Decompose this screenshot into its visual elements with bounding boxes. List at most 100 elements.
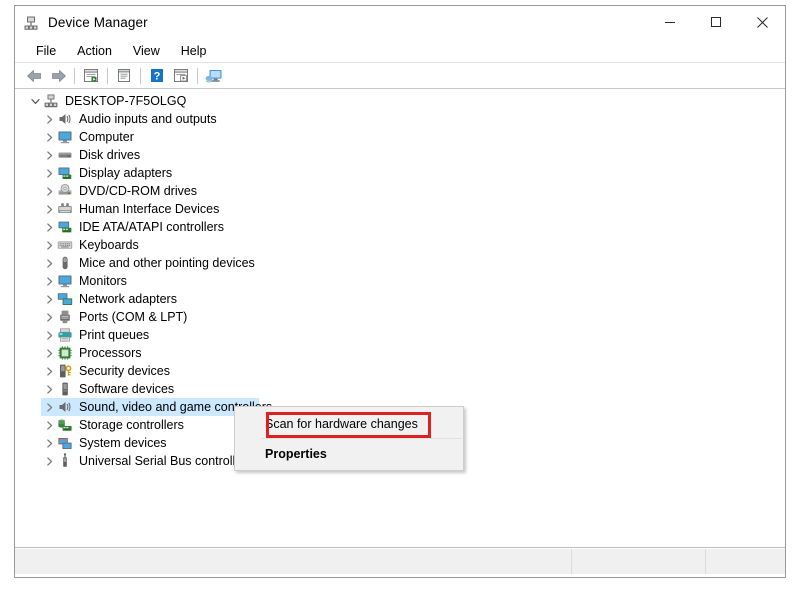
context-menu-item-properties[interactable]: Properties [235, 439, 463, 468]
tree-item-human-interface-devices[interactable]: Human Interface Devices [15, 200, 785, 218]
system-device-icon [57, 435, 73, 451]
properties-icon[interactable] [112, 65, 136, 87]
chevron-right-icon[interactable] [41, 362, 57, 380]
tree-item-mice-and-other-pointing-devices[interactable]: Mice and other pointing devices [15, 254, 785, 272]
device-manager-window: Device Manager File Action [14, 5, 786, 578]
menu-bar: File Action View Help [15, 39, 785, 63]
chevron-right-icon[interactable] [41, 146, 57, 164]
chevron-right-icon[interactable] [41, 416, 57, 434]
maximize-button[interactable] [693, 6, 739, 38]
security-device-icon [57, 363, 73, 379]
chevron-right-icon[interactable] [41, 308, 57, 326]
tree-item-label: Keyboards [79, 236, 139, 254]
svg-text:?: ? [154, 70, 161, 82]
tree-item-dvd-cd-rom-drives[interactable]: DVD/CD-ROM drives [15, 182, 785, 200]
context-menu-item-label: Scan for hardware changes [265, 417, 418, 431]
menu-item-file[interactable]: File [27, 42, 65, 60]
chevron-right-icon[interactable] [41, 182, 57, 200]
context-menu[interactable]: Scan for hardware changes Properties [234, 406, 464, 471]
window-controls [647, 6, 785, 38]
minimize-button[interactable] [647, 6, 693, 38]
network-adapter-icon [57, 291, 73, 307]
show-hide-console-tree-icon[interactable] [79, 65, 103, 87]
chevron-right-icon[interactable] [41, 344, 57, 362]
tree-item-label: Network adapters [79, 290, 177, 308]
computer-node-icon [43, 93, 59, 109]
chevron-right-icon[interactable] [41, 110, 57, 128]
scan-for-hardware-changes-icon[interactable] [202, 65, 226, 87]
chevron-right-icon[interactable] [41, 128, 57, 146]
menu-item-view[interactable]: View [124, 42, 169, 60]
tree-item-label: Universal Serial Bus controllers [79, 452, 253, 470]
tree-item-computer[interactable]: Computer [15, 128, 785, 146]
chevron-right-icon[interactable] [41, 236, 57, 254]
ide-controller-icon [57, 219, 73, 235]
mouse-icon [57, 255, 73, 271]
usb-icon [57, 453, 73, 469]
tree-item-disk-drives[interactable]: Disk drives [15, 146, 785, 164]
tree-item-network-adapters[interactable]: Network adapters [15, 290, 785, 308]
tree-item-label: Ports (COM & LPT) [79, 308, 187, 326]
tree-item-label: Security devices [79, 362, 170, 380]
close-button[interactable] [739, 6, 785, 38]
toolbar-separator-2 [107, 68, 108, 84]
storage-controller-icon [57, 417, 73, 433]
update-driver-icon[interactable] [169, 65, 193, 87]
port-icon [57, 309, 73, 325]
toolbar-separator-4 [197, 68, 198, 84]
device-manager-icon [23, 15, 39, 31]
chevron-right-icon[interactable] [41, 380, 57, 398]
speaker-icon [57, 111, 73, 127]
keyboard-icon [57, 237, 73, 253]
tree-item-security-devices[interactable]: Security devices [15, 362, 785, 380]
tree-item-keyboards[interactable]: Keyboards [15, 236, 785, 254]
chevron-down-icon[interactable] [27, 92, 43, 110]
processor-icon [57, 345, 73, 361]
monitor-icon [57, 129, 73, 145]
chevron-right-icon[interactable] [41, 254, 57, 272]
tree-item-print-queues[interactable]: Print queues [15, 326, 785, 344]
tree-item-audio-inputs-and-outputs[interactable]: Audio inputs and outputs [15, 110, 785, 128]
tree-item-monitors[interactable]: Monitors [15, 272, 785, 290]
tree-item-label: Monitors [79, 272, 127, 290]
back-arrow-icon[interactable] [22, 65, 46, 87]
help-icon[interactable]: ? [145, 65, 169, 87]
status-pane-3 [705, 549, 785, 574]
window-title: Device Manager [48, 15, 148, 30]
context-menu-item-label: Properties [265, 447, 327, 461]
tree-item-label: IDE ATA/ATAPI controllers [79, 218, 224, 236]
chevron-right-icon[interactable] [41, 434, 57, 452]
tree-item-label: Disk drives [79, 146, 140, 164]
chevron-right-icon[interactable] [41, 218, 57, 236]
title-bar: Device Manager [15, 6, 785, 39]
chevron-right-icon[interactable] [41, 326, 57, 344]
chevron-right-icon[interactable] [41, 272, 57, 290]
tree-item-label: Display adapters [79, 164, 172, 182]
context-menu-item-scan-for-hardware-changes[interactable]: Scan for hardware changes [235, 409, 463, 438]
menu-item-action[interactable]: Action [68, 42, 121, 60]
tree-root-node[interactable]: DESKTOP-7F5OLGQ [15, 92, 785, 110]
menu-item-help[interactable]: Help [172, 42, 216, 60]
tree-item-label: Mice and other pointing devices [79, 254, 255, 272]
tree-item-label: Storage controllers [79, 416, 184, 434]
optical-drive-icon [57, 183, 73, 199]
chevron-right-icon[interactable] [41, 164, 57, 182]
disk-drive-icon [57, 147, 73, 163]
tree-item-ide-ata-atapi-controllers[interactable]: IDE ATA/ATAPI controllers [15, 218, 785, 236]
tree-item-label: System devices [79, 434, 167, 452]
device-tree-pane[interactable]: DESKTOP-7F5OLGQ Audio inputs and outputs… [15, 89, 785, 548]
toolbar: ? [15, 63, 785, 89]
tree-item-software-devices[interactable]: Software devices [15, 380, 785, 398]
chevron-right-icon[interactable] [41, 290, 57, 308]
chevron-right-icon[interactable] [41, 452, 57, 470]
status-bar [15, 548, 785, 574]
tree-item-label: Print queues [79, 326, 149, 344]
tree-item-label: Human Interface Devices [79, 200, 219, 218]
tree-item-display-adapters[interactable]: Display adapters [15, 164, 785, 182]
tree-item-processors[interactable]: Processors [15, 344, 785, 362]
tree-item-ports-com-lpt[interactable]: Ports (COM & LPT) [15, 308, 785, 326]
forward-arrow-icon[interactable] [46, 65, 70, 87]
printer-icon [57, 327, 73, 343]
chevron-right-icon[interactable] [41, 398, 57, 416]
chevron-right-icon[interactable] [41, 200, 57, 218]
